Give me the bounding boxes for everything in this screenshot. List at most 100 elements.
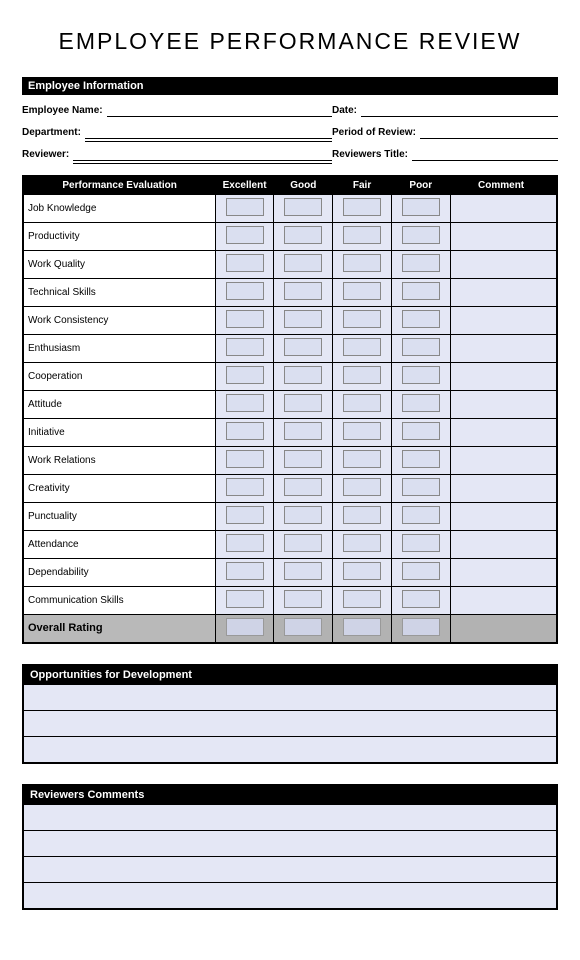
rating-fair[interactable]: [333, 419, 392, 447]
rating-excellent[interactable]: [215, 559, 274, 587]
rating-good[interactable]: [274, 391, 333, 419]
rating-comment[interactable]: [450, 447, 557, 475]
rating-comment[interactable]: [450, 475, 557, 503]
rating-comment[interactable]: [450, 587, 557, 615]
overall-comment[interactable]: [450, 615, 557, 643]
input-reviewer[interactable]: [73, 147, 332, 161]
rating-excellent[interactable]: [215, 391, 274, 419]
rating-poor[interactable]: [391, 447, 450, 475]
criteria-label: Creativity: [23, 475, 215, 503]
rating-comment[interactable]: [450, 391, 557, 419]
rating-fair[interactable]: [333, 447, 392, 475]
rating-excellent[interactable]: [215, 251, 274, 279]
rating-comment[interactable]: [450, 195, 557, 223]
rating-excellent[interactable]: [215, 475, 274, 503]
criteria-row: Work Relations: [23, 447, 557, 475]
comments-line[interactable]: [24, 830, 556, 856]
rating-fair[interactable]: [333, 279, 392, 307]
rating-fair[interactable]: [333, 531, 392, 559]
rating-good[interactable]: [274, 587, 333, 615]
rating-fair[interactable]: [333, 307, 392, 335]
rating-poor[interactable]: [391, 475, 450, 503]
rating-good[interactable]: [274, 559, 333, 587]
rating-comment[interactable]: [450, 559, 557, 587]
rating-poor[interactable]: [391, 419, 450, 447]
input-reviewer-title[interactable]: [412, 147, 558, 161]
overall-good[interactable]: [274, 615, 333, 643]
rating-comment[interactable]: [450, 279, 557, 307]
overall-poor[interactable]: [391, 615, 450, 643]
rating-fair[interactable]: [333, 559, 392, 587]
rating-good[interactable]: [274, 279, 333, 307]
rating-fair[interactable]: [333, 475, 392, 503]
rating-comment[interactable]: [450, 503, 557, 531]
rating-good[interactable]: [274, 503, 333, 531]
rating-good[interactable]: [274, 531, 333, 559]
input-period[interactable]: [420, 125, 558, 139]
rating-poor[interactable]: [391, 279, 450, 307]
rating-comment[interactable]: [450, 335, 557, 363]
rating-poor[interactable]: [391, 251, 450, 279]
rating-fair[interactable]: [333, 363, 392, 391]
rating-poor[interactable]: [391, 223, 450, 251]
rating-poor[interactable]: [391, 307, 450, 335]
rating-excellent[interactable]: [215, 531, 274, 559]
criteria-row: Attendance: [23, 531, 557, 559]
comments-line[interactable]: [24, 882, 556, 908]
rating-good[interactable]: [274, 307, 333, 335]
rating-poor[interactable]: [391, 503, 450, 531]
rating-good[interactable]: [274, 335, 333, 363]
rating-good[interactable]: [274, 251, 333, 279]
rating-fair[interactable]: [333, 335, 392, 363]
rating-excellent[interactable]: [215, 279, 274, 307]
rating-excellent[interactable]: [215, 335, 274, 363]
rating-excellent[interactable]: [215, 363, 274, 391]
criteria-row: Attitude: [23, 391, 557, 419]
rating-good[interactable]: [274, 447, 333, 475]
rating-excellent[interactable]: [215, 223, 274, 251]
label-period: Period of Review:: [332, 127, 416, 139]
rating-good[interactable]: [274, 475, 333, 503]
comments-line[interactable]: [24, 856, 556, 882]
rating-comment[interactable]: [450, 223, 557, 251]
rating-poor[interactable]: [391, 531, 450, 559]
overall-fair[interactable]: [333, 615, 392, 643]
comments-line[interactable]: [24, 804, 556, 830]
rating-excellent[interactable]: [215, 307, 274, 335]
rating-poor[interactable]: [391, 559, 450, 587]
rating-fair[interactable]: [333, 251, 392, 279]
rating-poor[interactable]: [391, 195, 450, 223]
criteria-label: Dependability: [23, 559, 215, 587]
rating-good[interactable]: [274, 195, 333, 223]
opportunities-line[interactable]: [24, 736, 556, 762]
rating-poor[interactable]: [391, 363, 450, 391]
input-department[interactable]: [85, 125, 332, 139]
rating-fair[interactable]: [333, 391, 392, 419]
rating-comment[interactable]: [450, 307, 557, 335]
rating-fair[interactable]: [333, 503, 392, 531]
overall-excellent[interactable]: [215, 615, 274, 643]
rating-excellent[interactable]: [215, 587, 274, 615]
rating-fair[interactable]: [333, 223, 392, 251]
input-date[interactable]: [361, 103, 558, 117]
rating-comment[interactable]: [450, 531, 557, 559]
label-department: Department:: [22, 127, 81, 139]
rating-excellent[interactable]: [215, 447, 274, 475]
rating-excellent[interactable]: [215, 503, 274, 531]
rating-excellent[interactable]: [215, 419, 274, 447]
rating-fair[interactable]: [333, 587, 392, 615]
rating-excellent[interactable]: [215, 195, 274, 223]
rating-comment[interactable]: [450, 419, 557, 447]
rating-fair[interactable]: [333, 195, 392, 223]
rating-good[interactable]: [274, 419, 333, 447]
rating-poor[interactable]: [391, 391, 450, 419]
rating-good[interactable]: [274, 223, 333, 251]
input-employee-name[interactable]: [107, 103, 332, 117]
rating-poor[interactable]: [391, 587, 450, 615]
rating-good[interactable]: [274, 363, 333, 391]
rating-poor[interactable]: [391, 335, 450, 363]
opportunities-line[interactable]: [24, 710, 556, 736]
opportunities-line[interactable]: [24, 684, 556, 710]
rating-comment[interactable]: [450, 363, 557, 391]
rating-comment[interactable]: [450, 251, 557, 279]
